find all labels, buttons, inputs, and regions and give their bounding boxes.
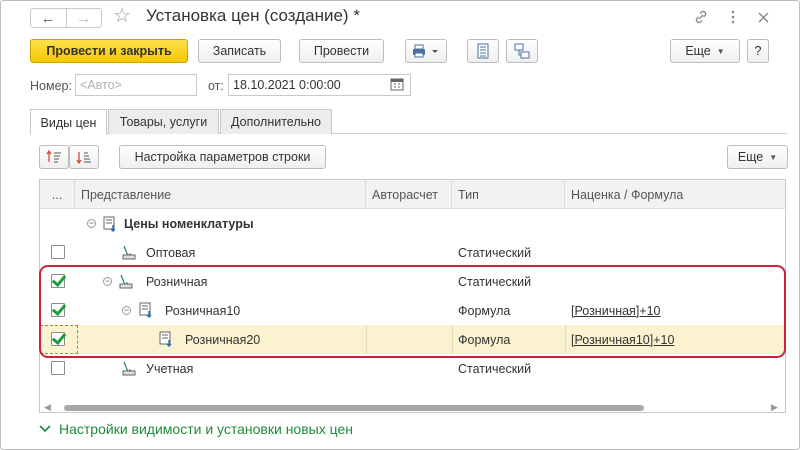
date-label: от: <box>208 79 224 93</box>
sort-desc-button[interactable] <box>69 145 99 169</box>
column-header-type[interactable]: Тип <box>452 180 565 209</box>
tab-additional[interactable]: Дополнительно <box>220 109 332 134</box>
column-header-menu[interactable]: ... <box>40 180 75 209</box>
post-and-close-button[interactable]: Провести и закрыть <box>30 39 188 63</box>
scroll-left-icon[interactable]: ◀ <box>44 402 51 412</box>
table-row[interactable]: Оптовая Статический <box>40 238 785 267</box>
help-button[interactable]: ? <box>747 39 769 63</box>
link-icon[interactable] <box>691 7 711 27</box>
more-vertical-icon[interactable] <box>723 7 743 27</box>
chevron-down-icon: ▼ <box>769 152 778 162</box>
table-row[interactable]: − Цены номенклатуры <box>40 209 785 238</box>
grid-more-button[interactable]: Еще ▼ <box>727 145 788 169</box>
structure-button[interactable] <box>506 39 538 63</box>
document-list-icon <box>477 43 489 59</box>
nav-buttons: ← → <box>30 8 102 28</box>
chevron-down-icon: ▼ <box>716 46 725 56</box>
date-value: 18.10.2021 0:00:00 <box>233 78 341 92</box>
favorite-star-icon[interactable]: ☆ <box>113 4 131 28</box>
table-header: ... Представление Авторасчет Тип Наценка… <box>40 180 785 209</box>
row-name: Цены номенклатуры <box>124 216 254 231</box>
price-type-icon <box>122 245 136 260</box>
scroll-right-icon[interactable]: ▶ <box>771 402 778 412</box>
sort-ascending-icon <box>46 150 61 163</box>
visibility-settings-toggle[interactable]: Настройки видимости и установки новых це… <box>39 421 353 437</box>
row-type: Статический <box>458 361 532 376</box>
price-type-icon <box>122 361 136 376</box>
price-type-group-icon <box>103 216 116 232</box>
forward-arrow-icon[interactable]: → <box>65 9 102 27</box>
calendar-icon[interactable] <box>390 77 406 93</box>
table-row[interactable]: Учетная Статический <box>40 354 785 383</box>
back-arrow-icon[interactable]: ← <box>31 9 66 27</box>
column-header-name[interactable]: Представление <box>75 180 366 209</box>
close-icon[interactable] <box>753 7 773 27</box>
annotation-highlight-frame <box>39 265 786 358</box>
grid-more-label: Еще <box>737 150 764 164</box>
collapse-icon[interactable]: − <box>87 219 96 228</box>
chevron-down-icon <box>39 425 51 433</box>
row-name: Учетная <box>146 361 194 376</box>
number-label: Номер: <box>30 79 72 93</box>
document-window: ← → ☆ Установка цен (создание) * Провест… <box>0 0 800 450</box>
date-field[interactable]: 18.10.2021 0:00:00 <box>228 74 411 96</box>
horizontal-scrollbar[interactable]: ◀ ▶ <box>40 401 785 412</box>
printer-icon <box>413 44 438 58</box>
save-button[interactable]: Записать <box>198 39 281 63</box>
title-bar: ← → ☆ Установка цен (создание) * <box>1 1 800 35</box>
print-dropdown-button[interactable] <box>405 39 447 63</box>
window-title: Установка цен (создание) * <box>146 6 360 25</box>
tab-goods-services[interactable]: Товары, услуги <box>108 109 219 134</box>
row-checkbox[interactable] <box>51 245 65 259</box>
row-checkbox[interactable] <box>51 361 65 375</box>
more-dropdown-button[interactable]: Еще ▼ <box>670 39 740 63</box>
sort-descending-icon <box>76 152 91 164</box>
visibility-settings-label: Настройки видимости и установки новых це… <box>59 421 353 437</box>
tab-price-types[interactable]: Виды цен <box>30 109 107 135</box>
sort-asc-button[interactable] <box>39 145 69 169</box>
hierarchy-icon <box>514 43 530 59</box>
post-button[interactable]: Провести <box>299 39 384 63</box>
column-header-formula[interactable]: Наценка / Формула <box>565 180 785 209</box>
report-button[interactable] <box>467 39 499 63</box>
row-name: Оптовая <box>146 245 196 260</box>
more-label: Еще <box>685 44 711 58</box>
row-type: Статический <box>458 245 532 260</box>
scrollbar-thumb[interactable] <box>64 405 644 411</box>
row-params-button[interactable]: Настройка параметров строки <box>119 145 326 169</box>
number-field[interactable]: <Авто> <box>75 74 197 96</box>
column-header-autocalc[interactable]: Авторасчет <box>366 180 452 209</box>
